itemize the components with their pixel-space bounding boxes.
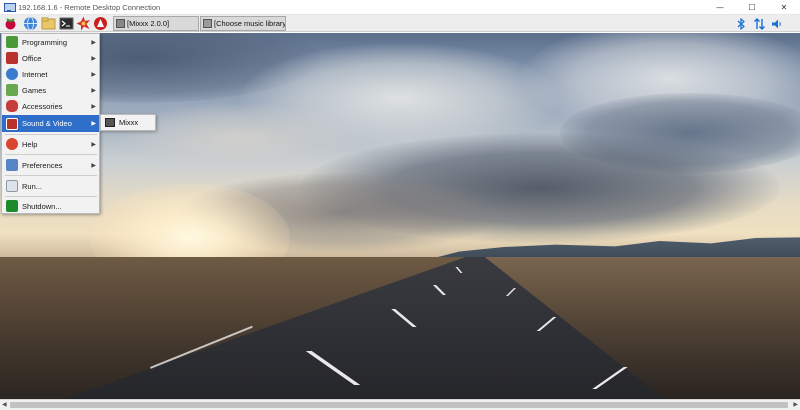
dialog-task-icon xyxy=(203,19,212,28)
file-manager-icon[interactable] xyxy=(41,16,56,31)
menu-item-office[interactable]: Office ▶ xyxy=(2,50,99,66)
menu-separator xyxy=(5,154,97,155)
menu-separator xyxy=(5,175,97,176)
menu-item-label: Shutdown... xyxy=(22,201,62,211)
window-title: 192.168.1.6 - Remote Desktop Connection xyxy=(18,2,161,12)
sound-video-icon xyxy=(6,117,18,130)
remote-desktop-icon xyxy=(4,2,16,12)
minimize-button[interactable]: — xyxy=(704,0,736,15)
menu-item-sound-video[interactable]: Sound & Video ▶ xyxy=(2,115,99,132)
sound-video-submenu: Mixxx xyxy=(100,114,156,131)
menu-item-accessories[interactable]: Accessories ▶ xyxy=(2,98,99,114)
desktop-wallpaper xyxy=(0,33,800,399)
menu-item-label: Programming xyxy=(22,37,68,47)
internet-icon xyxy=(6,68,18,80)
scrollbar-thumb[interactable] xyxy=(10,402,788,408)
menu-item-label: Accessories xyxy=(22,101,63,111)
run-icon xyxy=(6,180,18,192)
menu-item-help[interactable]: Help ▶ xyxy=(2,136,99,152)
task-label: [Choose music library di... xyxy=(214,19,286,28)
menu-item-label: Office xyxy=(22,53,42,63)
menu-item-label: Help xyxy=(22,139,38,149)
network-icon[interactable] xyxy=(752,16,766,31)
submenu-arrow-icon: ▶ xyxy=(91,141,96,148)
mixxx-task-icon xyxy=(116,19,125,28)
menu-item-internet[interactable]: Internet ▶ xyxy=(2,66,99,82)
task-button-choose-library[interactable]: [Choose music library di... xyxy=(200,16,286,31)
menu-item-run[interactable]: Run... xyxy=(2,178,99,194)
submenu-arrow-icon: ▶ xyxy=(91,121,96,127)
window-controls: — ☐ ✕ xyxy=(704,0,800,15)
close-button[interactable]: ✕ xyxy=(768,0,800,15)
burst-icon[interactable] xyxy=(76,16,91,31)
top-panel: [Mixxx 2.0.0] [Choose music library di..… xyxy=(0,15,800,32)
preferences-icon xyxy=(6,159,18,171)
mathematica-icon[interactable] xyxy=(93,16,108,31)
raspberry-menu-icon[interactable] xyxy=(3,16,18,31)
task-label: [Mixxx 2.0.0] xyxy=(127,19,170,28)
scroll-right-icon[interactable]: ▶ xyxy=(793,400,798,410)
menu-item-label: Preferences xyxy=(22,160,63,170)
web-browser-icon[interactable] xyxy=(23,16,38,31)
office-icon xyxy=(6,52,18,64)
window-title-bar: 192.168.1.6 - Remote Desktop Connection … xyxy=(0,0,800,15)
menu-item-label: Run... xyxy=(22,181,43,191)
maximize-button[interactable]: ☐ xyxy=(736,0,768,15)
help-icon xyxy=(6,138,18,150)
menu-item-label: Games xyxy=(22,85,47,95)
menu-item-games[interactable]: Games ▶ xyxy=(2,82,99,98)
submenu-arrow-icon: ▶ xyxy=(91,87,96,94)
shutdown-icon xyxy=(6,200,18,212)
bluetooth-icon[interactable] xyxy=(734,16,748,31)
volume-icon[interactable] xyxy=(770,16,784,31)
menu-item-label: Internet xyxy=(22,69,48,79)
scroll-left-icon[interactable]: ◀ xyxy=(2,400,7,410)
submenu-arrow-icon: ▶ xyxy=(91,39,96,46)
menu-separator xyxy=(5,196,97,197)
terminal-icon[interactable] xyxy=(59,16,74,31)
programming-icon xyxy=(6,36,18,48)
submenu-arrow-icon: ▶ xyxy=(91,55,96,62)
application-menu: Programming ▶ Office ▶ Internet ▶ Games … xyxy=(1,33,100,214)
menu-item-preferences[interactable]: Preferences ▶ xyxy=(2,157,99,173)
horizontal-scrollbar[interactable]: ◀ ▶ xyxy=(0,399,800,410)
mixxx-icon xyxy=(105,118,115,127)
cloud xyxy=(120,103,360,173)
games-icon xyxy=(6,84,18,96)
menu-item-programming[interactable]: Programming ▶ xyxy=(2,34,99,50)
menu-separator xyxy=(5,134,97,135)
task-button-mixxx[interactable]: [Mixxx 2.0.0] xyxy=(113,16,199,31)
menu-item-label: Sound & Video xyxy=(22,119,72,128)
accessories-icon xyxy=(6,100,18,112)
submenu-item-mixxx[interactable]: Mixxx xyxy=(119,118,138,127)
submenu-arrow-icon: ▶ xyxy=(91,103,96,110)
menu-item-shutdown[interactable]: Shutdown... xyxy=(2,198,99,214)
submenu-arrow-icon: ▶ xyxy=(91,71,96,78)
submenu-arrow-icon: ▶ xyxy=(91,162,96,169)
